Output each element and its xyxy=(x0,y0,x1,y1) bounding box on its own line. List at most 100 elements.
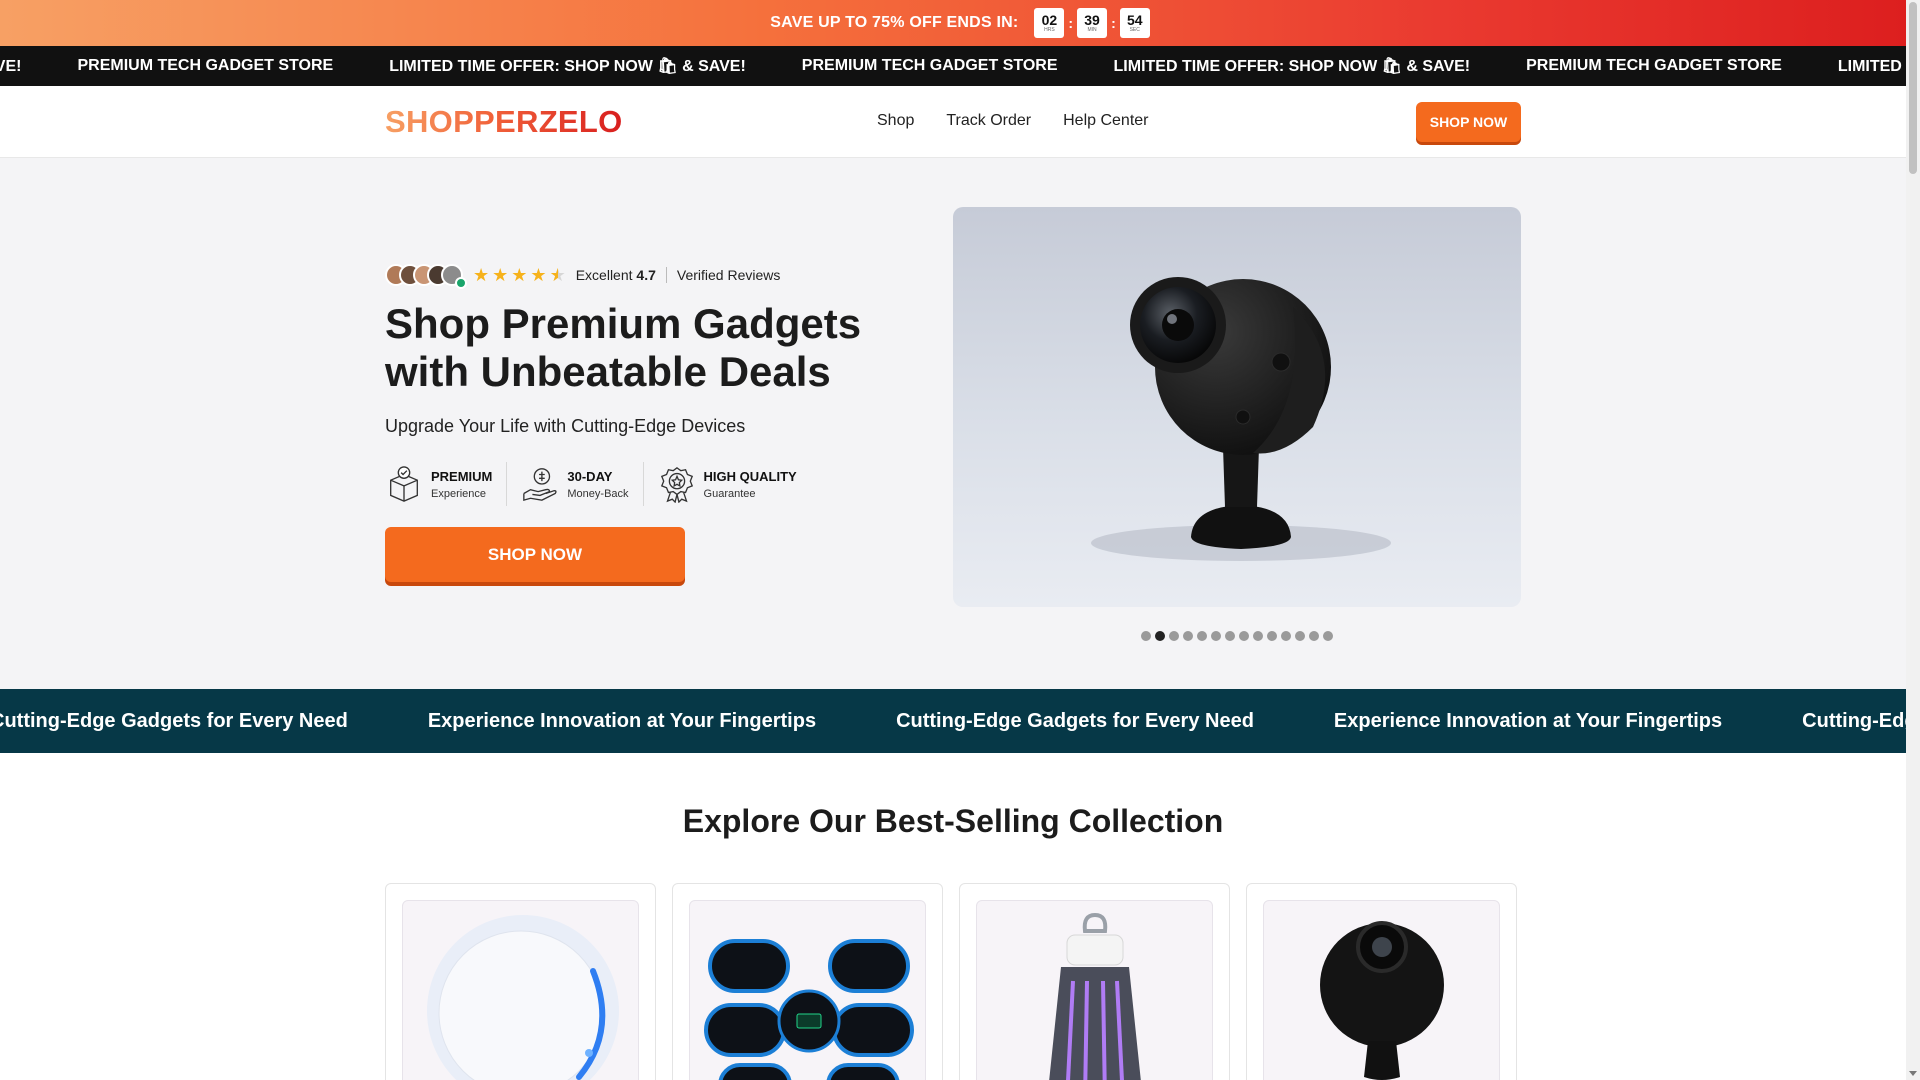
hero-shop-now-button[interactable]: SHOP NOW xyxy=(385,527,685,582)
feature-premium: PREMIUM Experience xyxy=(385,462,508,506)
slider-dot-active[interactable] xyxy=(1155,631,1165,641)
box-check-icon xyxy=(390,466,418,502)
product-image[interactable] xyxy=(689,900,926,1080)
countdown-seconds-value: 54 xyxy=(1126,12,1143,28)
announcement-text: SAVE UP TO 75% OFF ENDS IN: xyxy=(770,14,1019,31)
countdown-timer: 02 HRS : 39 MIN : 54 SEC xyxy=(1034,8,1150,38)
nav-link-help-center[interactable]: Help Center xyxy=(1063,112,1148,130)
verified-reviews-label: Verified Reviews xyxy=(676,267,781,283)
product-image[interactable] xyxy=(402,900,639,1080)
slider-dot[interactable] xyxy=(1183,631,1193,641)
star-icon: ★ xyxy=(473,264,490,285)
ticker-item: LIMITED TIME OFFER: SHOP NOW 🛍 & SAVE! xyxy=(1837,58,1906,75)
banner-item: Experience Innovation at Your Fingertips xyxy=(427,709,817,732)
rating-text: Excellent 4.7 xyxy=(576,267,656,283)
slider-dot[interactable] xyxy=(1169,631,1179,641)
slider-dot[interactable] xyxy=(1267,631,1277,641)
star-icon: ★ xyxy=(492,264,509,285)
product-image[interactable] xyxy=(1263,900,1500,1080)
rating-label: Excellent xyxy=(575,267,633,283)
divider xyxy=(665,267,667,283)
feature-high-quality: HIGH QUALITY Guarantee xyxy=(658,462,811,506)
countdown-separator: : xyxy=(1111,15,1116,31)
verified-check-icon xyxy=(455,277,467,289)
promo-ticker: 🛍 & SAVE! PREMIUM TECH GADGET STORE LIMI… xyxy=(0,46,1906,86)
ticker-item: PREMIUM TECH GADGET STORE xyxy=(77,57,334,74)
slider-dot[interactable] xyxy=(1197,631,1207,641)
countdown-minutes-unit: MIN xyxy=(1087,27,1097,33)
feature-title: 30-DAY xyxy=(567,468,613,484)
star-icon: ★ xyxy=(511,264,528,285)
product-grid xyxy=(385,883,1517,1080)
main-nav: Shop Track Order Help Center xyxy=(877,112,1149,130)
countdown-minutes: 39 MIN xyxy=(1077,8,1108,38)
product-card[interactable] xyxy=(959,883,1230,1080)
banner-item: Cutting-Edge Gadgets for Every Need xyxy=(0,709,348,732)
countdown-separator: : xyxy=(1068,15,1074,31)
ticker-track: 🛍 & SAVE! PREMIUM TECH GADGET STORE LIMI… xyxy=(0,46,1906,86)
slider-dot[interactable] xyxy=(1211,631,1221,641)
slider-dot[interactable] xyxy=(1323,631,1333,641)
product-card[interactable] xyxy=(672,883,943,1080)
social-proof: ★ ★ ★ ★ ★ Excellent 4.7 Verified Reviews xyxy=(385,264,781,289)
money-hand-icon xyxy=(523,468,558,502)
feature-money-back: 30-DAY Money-Back xyxy=(521,462,644,506)
white-puck-device-image xyxy=(427,915,619,1080)
mini-security-camera-image xyxy=(1320,921,1444,1080)
nav-link-track-order[interactable]: Track Order xyxy=(946,112,1031,130)
customer-avatars xyxy=(385,264,467,289)
site-logo[interactable]: SHOPPERZELO xyxy=(385,104,623,140)
rating-stars: ★ ★ ★ ★ ★ xyxy=(473,265,566,286)
slider-dot[interactable] xyxy=(1253,631,1263,641)
security-camera-illustration xyxy=(1091,277,1391,561)
page-scrollbar[interactable] xyxy=(1906,0,1920,1080)
banner-item: Cutting-Edge Gadgets for Every Need xyxy=(1802,709,1906,732)
ticker-item: PREMIUM TECH GADGET STORE xyxy=(1526,57,1782,74)
rating-value: 4.7 xyxy=(636,267,656,283)
countdown-seconds-unit: SEC xyxy=(1129,27,1140,33)
tagline-banner: Cutting-Edge Gadgets for Every Need Expe… xyxy=(0,689,1906,753)
quality-badge-icon xyxy=(660,467,693,503)
hero-slider-dots xyxy=(1141,631,1333,641)
hero-subtitle: Upgrade Your Life with Cutting-Edge Devi… xyxy=(385,416,746,436)
slider-dot[interactable] xyxy=(1225,631,1235,641)
feature-badges: PREMIUM Experience 30-DAY Money-Back HIG… xyxy=(385,462,825,506)
nav-link-shop[interactable]: Shop xyxy=(877,112,914,130)
site-header: SHOPPERZELO Shop Track Order Help Center… xyxy=(0,86,1906,158)
bug-zapper-lamp-image xyxy=(1049,913,1141,1080)
header-shop-now-button[interactable]: SHOP NOW xyxy=(1416,102,1521,142)
countdown-hours-value: 02 xyxy=(1041,12,1058,28)
ticker-item: LIMITED TIME OFFER: SHOP NOW 🛍 & SAVE! xyxy=(1113,58,1471,75)
slider-dot[interactable] xyxy=(1141,631,1151,641)
banner-item: Cutting-Edge Gadgets for Every Need xyxy=(896,709,1254,732)
ems-ab-stimulator-image xyxy=(704,939,914,1080)
countdown-seconds: 54 SEC xyxy=(1119,8,1150,38)
section-title: Explore Our Best-Selling Collection xyxy=(682,803,1224,839)
half-star-icon: ★ xyxy=(549,264,566,285)
ticker-item: LIMITED TIME OFFER: SHOP NOW 🛍 & SAVE! xyxy=(389,58,746,75)
feature-subtitle: Experience xyxy=(431,487,487,500)
countdown-minutes-value: 39 xyxy=(1084,12,1100,28)
ticker-item: PREMIUM TECH GADGET STORE xyxy=(801,57,1058,74)
slider-dot[interactable] xyxy=(1309,631,1319,641)
best-sellers-section: Explore Our Best-Selling Collection xyxy=(0,753,1906,1080)
banner-item: Experience Innovation at Your Fingertips xyxy=(1333,709,1723,732)
product-image[interactable] xyxy=(976,900,1213,1080)
feature-subtitle: Guarantee xyxy=(703,487,756,500)
scroll-down-arrow-icon[interactable] xyxy=(1909,1071,1917,1076)
slider-dot[interactable] xyxy=(1295,631,1305,641)
hero-product-image[interactable] xyxy=(953,207,1521,607)
announcement-bar: SAVE UP TO 75% OFF ENDS IN: 02 HRS : 39 … xyxy=(0,0,1920,46)
hero-title: Shop Premium Gadgets with Unbeatable Dea… xyxy=(385,300,862,395)
feature-subtitle: Money-Back xyxy=(567,487,629,500)
countdown-hours-unit: HRS xyxy=(1044,27,1055,33)
feature-title: HIGH QUALITY xyxy=(703,468,797,484)
feature-title: PREMIUM xyxy=(431,468,493,484)
product-card[interactable] xyxy=(1246,883,1517,1080)
scrollbar-thumb[interactable] xyxy=(1909,2,1917,174)
ticker-item: 🛍 & SAVE! xyxy=(0,58,22,75)
slider-dot[interactable] xyxy=(1239,631,1249,641)
banner-track: Cutting-Edge Gadgets for Every Need Expe… xyxy=(0,689,1906,753)
product-card[interactable] xyxy=(385,883,656,1080)
slider-dot[interactable] xyxy=(1281,631,1291,641)
